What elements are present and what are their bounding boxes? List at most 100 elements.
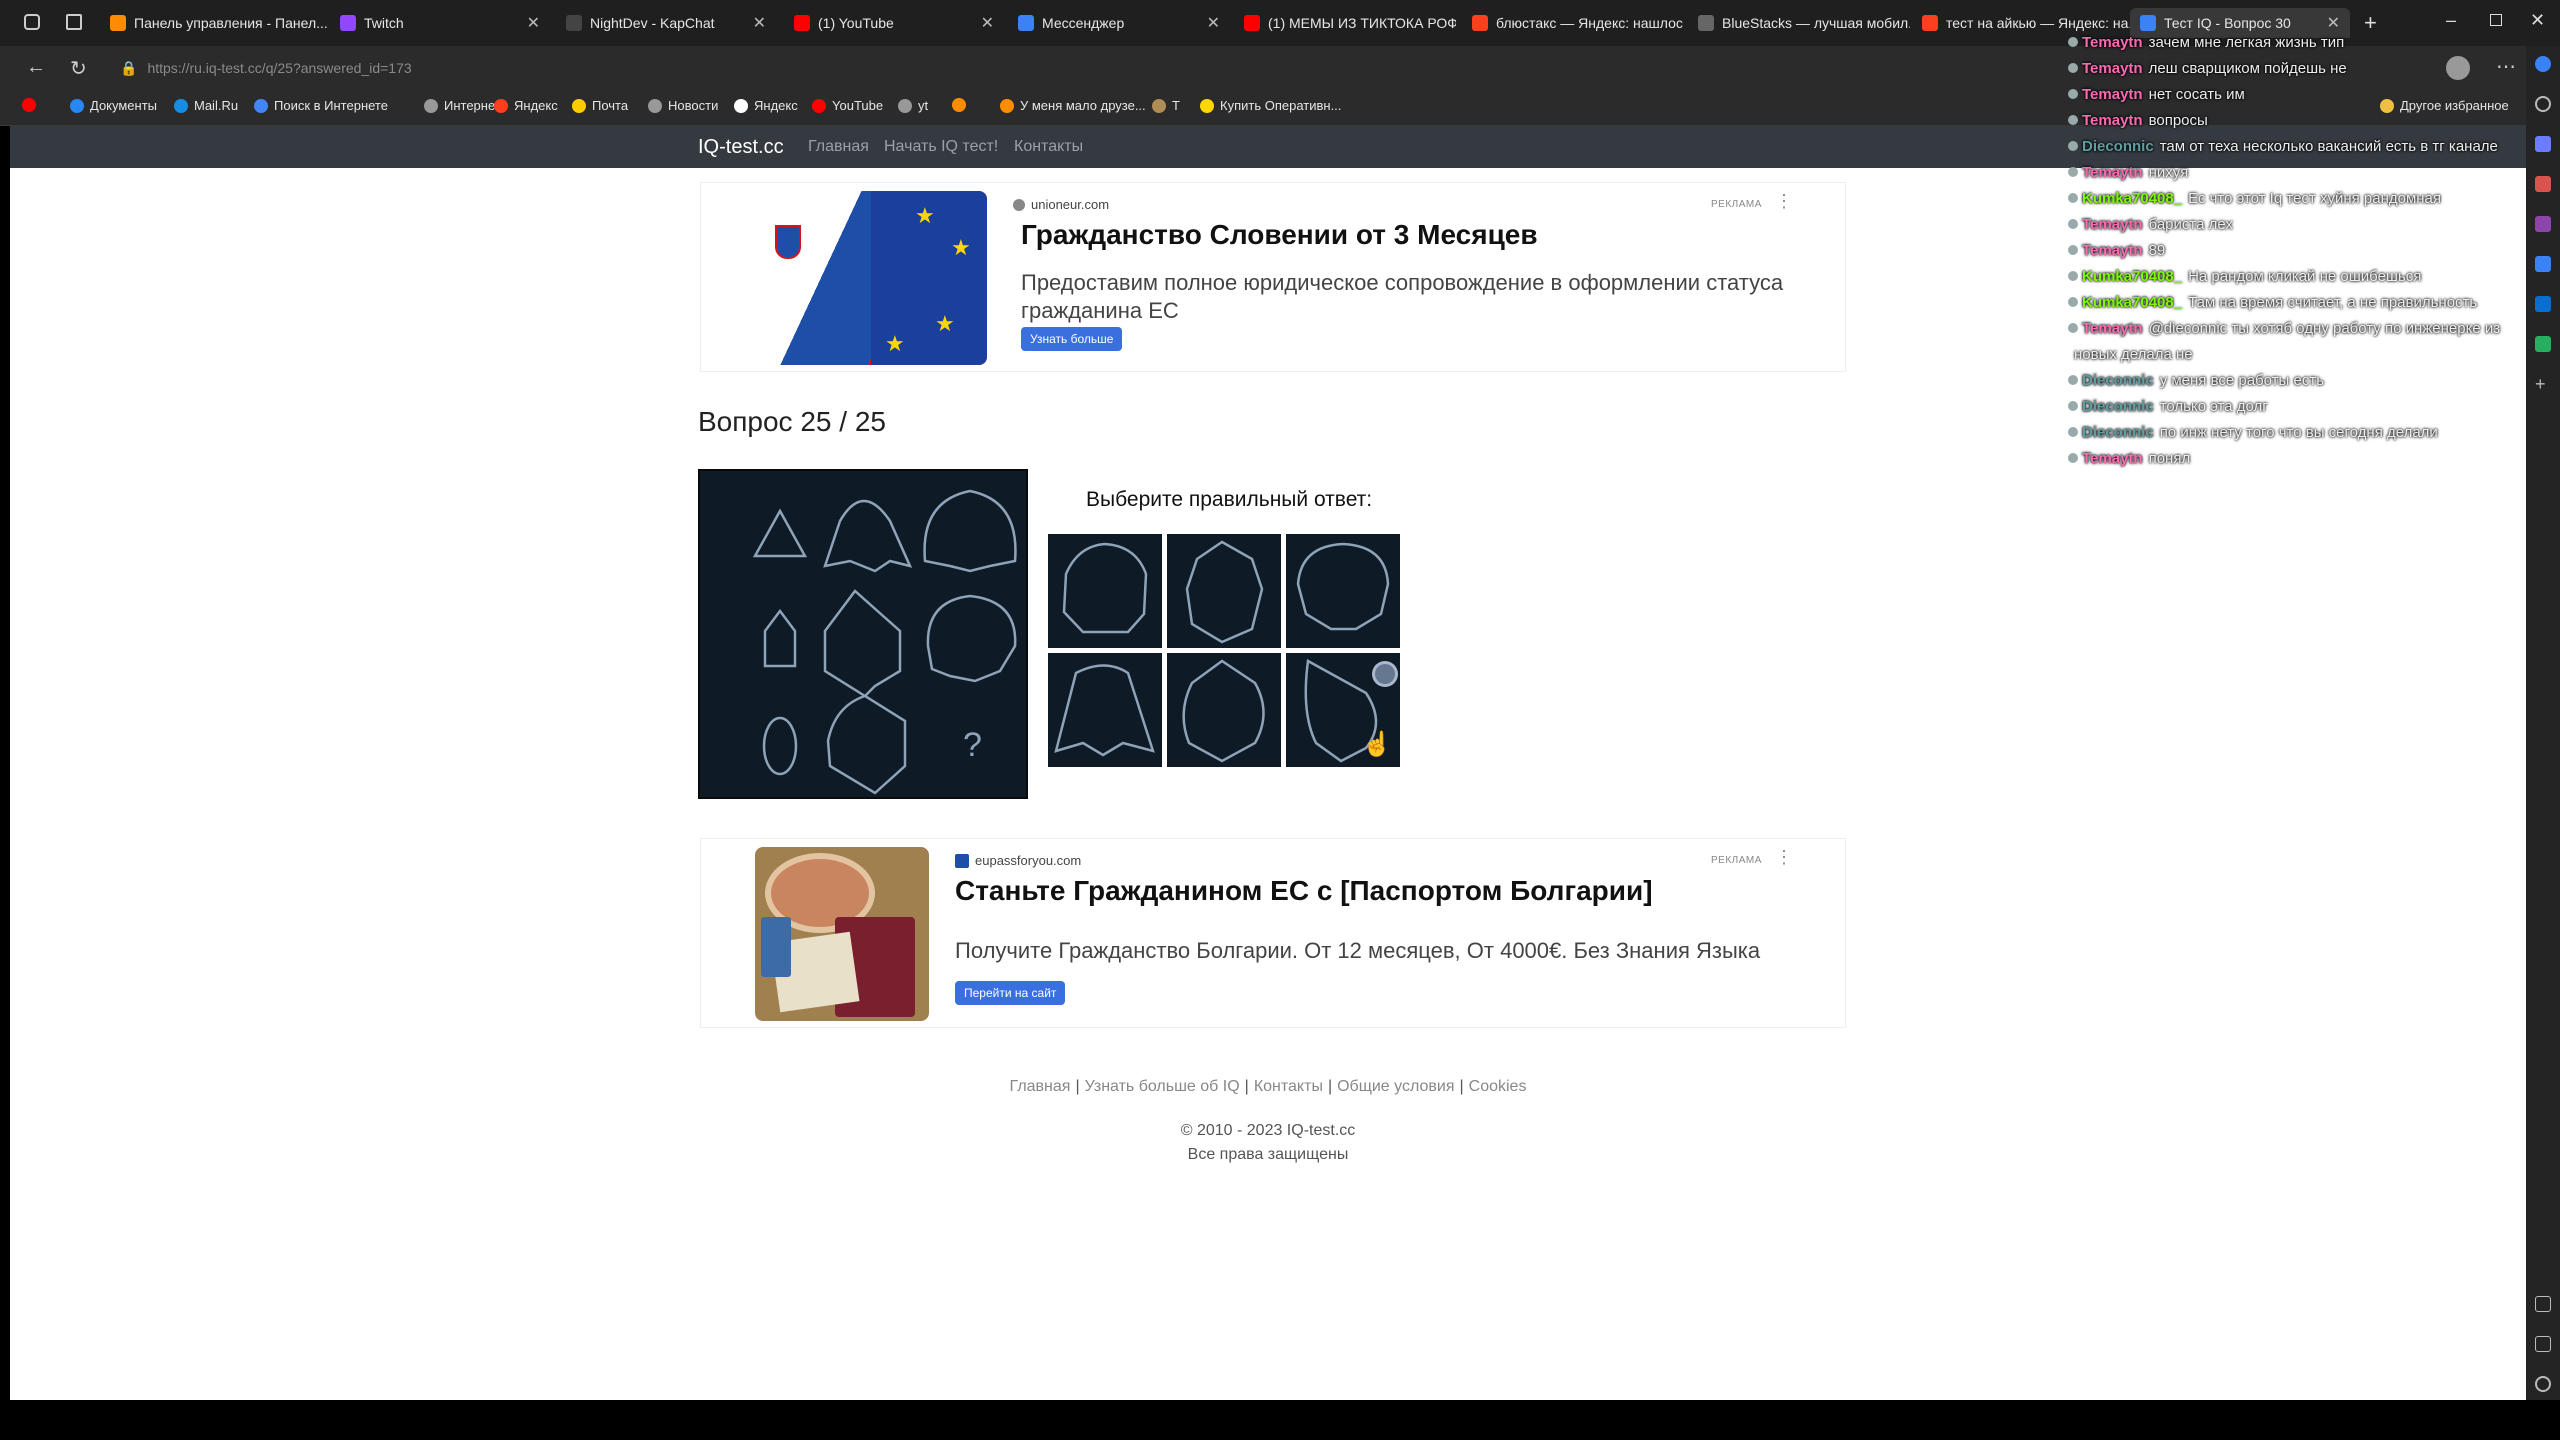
chat-message: новых делала не	[2068, 342, 2528, 368]
browser-tab[interactable]: Панель управления - Панел...✕	[100, 8, 328, 38]
bookmark-item[interactable]: Почта	[572, 98, 628, 113]
bookmark-item[interactable]: Mail.Ru	[174, 98, 238, 113]
answer-option-3[interactable]	[1286, 534, 1400, 648]
chat-username: Temaytn	[2082, 164, 2143, 181]
footer-link[interactable]: Узнать больше об IQ	[1085, 1078, 1240, 1095]
footer-separator: |	[1459, 1078, 1464, 1095]
bookmark-item[interactable]	[952, 98, 972, 112]
browser-tab[interactable]: BlueStacks — лучшая мобил...✕	[1688, 8, 1910, 38]
address-url: https://ru.iq-test.cc/q/25?answered_id=1…	[147, 60, 412, 76]
matrix-figures: ?	[752, 489, 1017, 795]
tab-close-icon[interactable]: ✕	[527, 13, 540, 33]
footer-link[interactable]: Контакты	[1254, 1078, 1323, 1095]
send-icon[interactable]	[2535, 336, 2551, 352]
close-window-icon[interactable]: ✕	[2530, 10, 2545, 31]
stream-chat-overlay: Temaytn зачем мне легкая жизнь тип Temaytn…	[2068, 30, 2528, 480]
footer-link[interactable]: Общие условия	[1337, 1078, 1454, 1095]
browser-tab[interactable]: (1) МЕМЫ ИЗ ТИКТОКА РОФ...✕	[1234, 8, 1456, 38]
answer-option-2[interactable]	[1167, 534, 1281, 648]
address-bar[interactable]: 🔒 https://ru.iq-test.cc/q/25?answered_id…	[120, 54, 2060, 82]
figure-rounded-blob	[926, 594, 1017, 683]
loading-spinner-icon	[1372, 661, 1398, 687]
ad-banner-slovenia[interactable]: ★ ★ ★ ★ unioneur.com РЕКЛАМА ⋮ Гражданст…	[700, 182, 1846, 372]
browser-tab[interactable]: Twitch ✕	[330, 8, 550, 38]
nav-start-test[interactable]: Начать IQ тест!	[884, 138, 998, 156]
reload-icon[interactable]: ↻	[70, 56, 87, 81]
bookmark-label: yt	[918, 98, 929, 113]
bookmark-icon	[734, 98, 748, 113]
nav-contacts[interactable]: Контакты	[1014, 138, 1083, 156]
missing-figure-mark: ?	[963, 726, 982, 764]
ad-menu-icon[interactable]: ⋮	[1775, 191, 1793, 212]
footer-link[interactable]: Главная	[1010, 1078, 1071, 1095]
copilot-icon[interactable]	[2535, 56, 2551, 72]
bookmark-item[interactable]: У меня мало друзе...	[1000, 98, 1146, 113]
tab-title: тест на айкью — Яндекс: на...	[1946, 15, 2134, 31]
tab-close-icon[interactable]: ✕	[1207, 13, 1220, 33]
bookmark-item[interactable]: Документы	[70, 98, 157, 113]
browser-sidebar: +	[2526, 46, 2560, 1400]
bookmark-icon	[254, 98, 268, 113]
search-icon[interactable]	[2535, 96, 2551, 112]
ad-domain[interactable]: eupassforyou.com	[955, 853, 1081, 868]
ad-title[interactable]: Станьте Гражданином ЕС с [Паспортом Болг…	[955, 875, 1653, 907]
tab-actions-icon[interactable]	[66, 14, 82, 30]
bookmark-icon	[424, 98, 438, 113]
outlook-icon[interactable]	[2535, 296, 2551, 312]
ad-title[interactable]: Гражданство Словении от 3 Месяцев	[1021, 219, 1538, 251]
add-icon[interactable]: +	[2535, 375, 2551, 393]
bookmark-item[interactable]: Интернет	[424, 98, 501, 113]
answer-option-1[interactable]	[1048, 534, 1162, 648]
site-brand[interactable]: IQ-test.cc	[698, 136, 784, 159]
tab-title: (1) YouTube	[818, 15, 894, 31]
tab-close-icon[interactable]: ✕	[753, 13, 766, 33]
slovenia-flag-image: ★ ★ ★ ★	[755, 191, 987, 365]
bookmark-item[interactable]: Яндекс	[494, 98, 558, 113]
tools-icon[interactable]	[2535, 176, 2551, 192]
settings-icon[interactable]	[2535, 1376, 2551, 1392]
chat-text: там от теха несколько вакансий есть в тг…	[2159, 138, 2498, 155]
bookmark-item[interactable]: Новости	[648, 98, 718, 113]
browser-tab[interactable]: Мессенджер ✕	[1008, 8, 1230, 38]
back-icon[interactable]: ←	[26, 56, 46, 79]
collections-icon[interactable]	[2535, 136, 2551, 152]
ad-visit-site-button[interactable]: Перейти на сайт	[955, 981, 1066, 1005]
bookmark-item[interactable]: Яндекс	[734, 98, 798, 113]
figure-ellipse	[762, 716, 798, 776]
bookmark-item[interactable]	[22, 98, 42, 112]
bookmark-label: Интернет	[444, 98, 501, 113]
bookmark-item[interactable]: yt	[898, 98, 928, 113]
chat-username: Kumka70408_	[2082, 190, 2183, 207]
sidebar-layout-icon[interactable]	[2535, 1296, 2551, 1312]
bookmark-label: YouTube	[832, 98, 884, 113]
minimize-icon[interactable]: –	[2446, 10, 2456, 31]
chat-text: понял	[2148, 450, 2191, 467]
chat-message: Kumka70408_ Ес что этот Iq тест хуйня ран…	[2068, 186, 2528, 212]
external-icon[interactable]	[2535, 1336, 2551, 1352]
bookmark-item[interactable]: YouTube	[812, 98, 883, 113]
ad-domain[interactable]: unioneur.com	[1013, 197, 1109, 212]
office-icon[interactable]	[2535, 256, 2551, 272]
browser-tab[interactable]: блюстакс — Яндекс: нашлос...✕	[1462, 8, 1684, 38]
ad-learn-more-button[interactable]: Узнать больше	[1021, 327, 1123, 351]
answer-option-5[interactable]	[1167, 653, 1281, 767]
nav-home[interactable]: Главная	[808, 138, 869, 156]
games-icon[interactable]	[2535, 216, 2551, 232]
browser-tab[interactable]: NightDev - KapChat ✕	[556, 8, 776, 38]
bookmark-item[interactable]: Купить Оперативн...	[1200, 98, 1341, 113]
answer-option-4[interactable]	[1048, 653, 1162, 767]
bookmark-item[interactable]: T	[1152, 98, 1180, 113]
chat-text: Там на время считает, а не правильность	[2188, 294, 2478, 311]
maximize-icon[interactable]	[2490, 14, 2502, 26]
tab-close-icon[interactable]: ✕	[981, 13, 994, 33]
tab-title: BlueStacks — лучшая мобил...	[1722, 15, 1910, 31]
chat-badge-icon	[2068, 427, 2078, 437]
browser-tab[interactable]: (1) YouTube ✕	[784, 8, 1004, 38]
ad-menu-icon[interactable]: ⋮	[1775, 847, 1793, 868]
slovenia-coat-of-arms	[775, 225, 801, 259]
workspaces-icon[interactable]	[24, 14, 40, 30]
bookmark-item[interactable]: Поиск в Интернете	[254, 98, 388, 113]
ad-banner-bulgaria[interactable]: eupassforyou.com РЕКЛАМА ⋮ Станьте Гражд…	[700, 838, 1846, 1028]
bookmark-icon	[1152, 98, 1166, 113]
footer-link[interactable]: Cookies	[1469, 1078, 1527, 1095]
